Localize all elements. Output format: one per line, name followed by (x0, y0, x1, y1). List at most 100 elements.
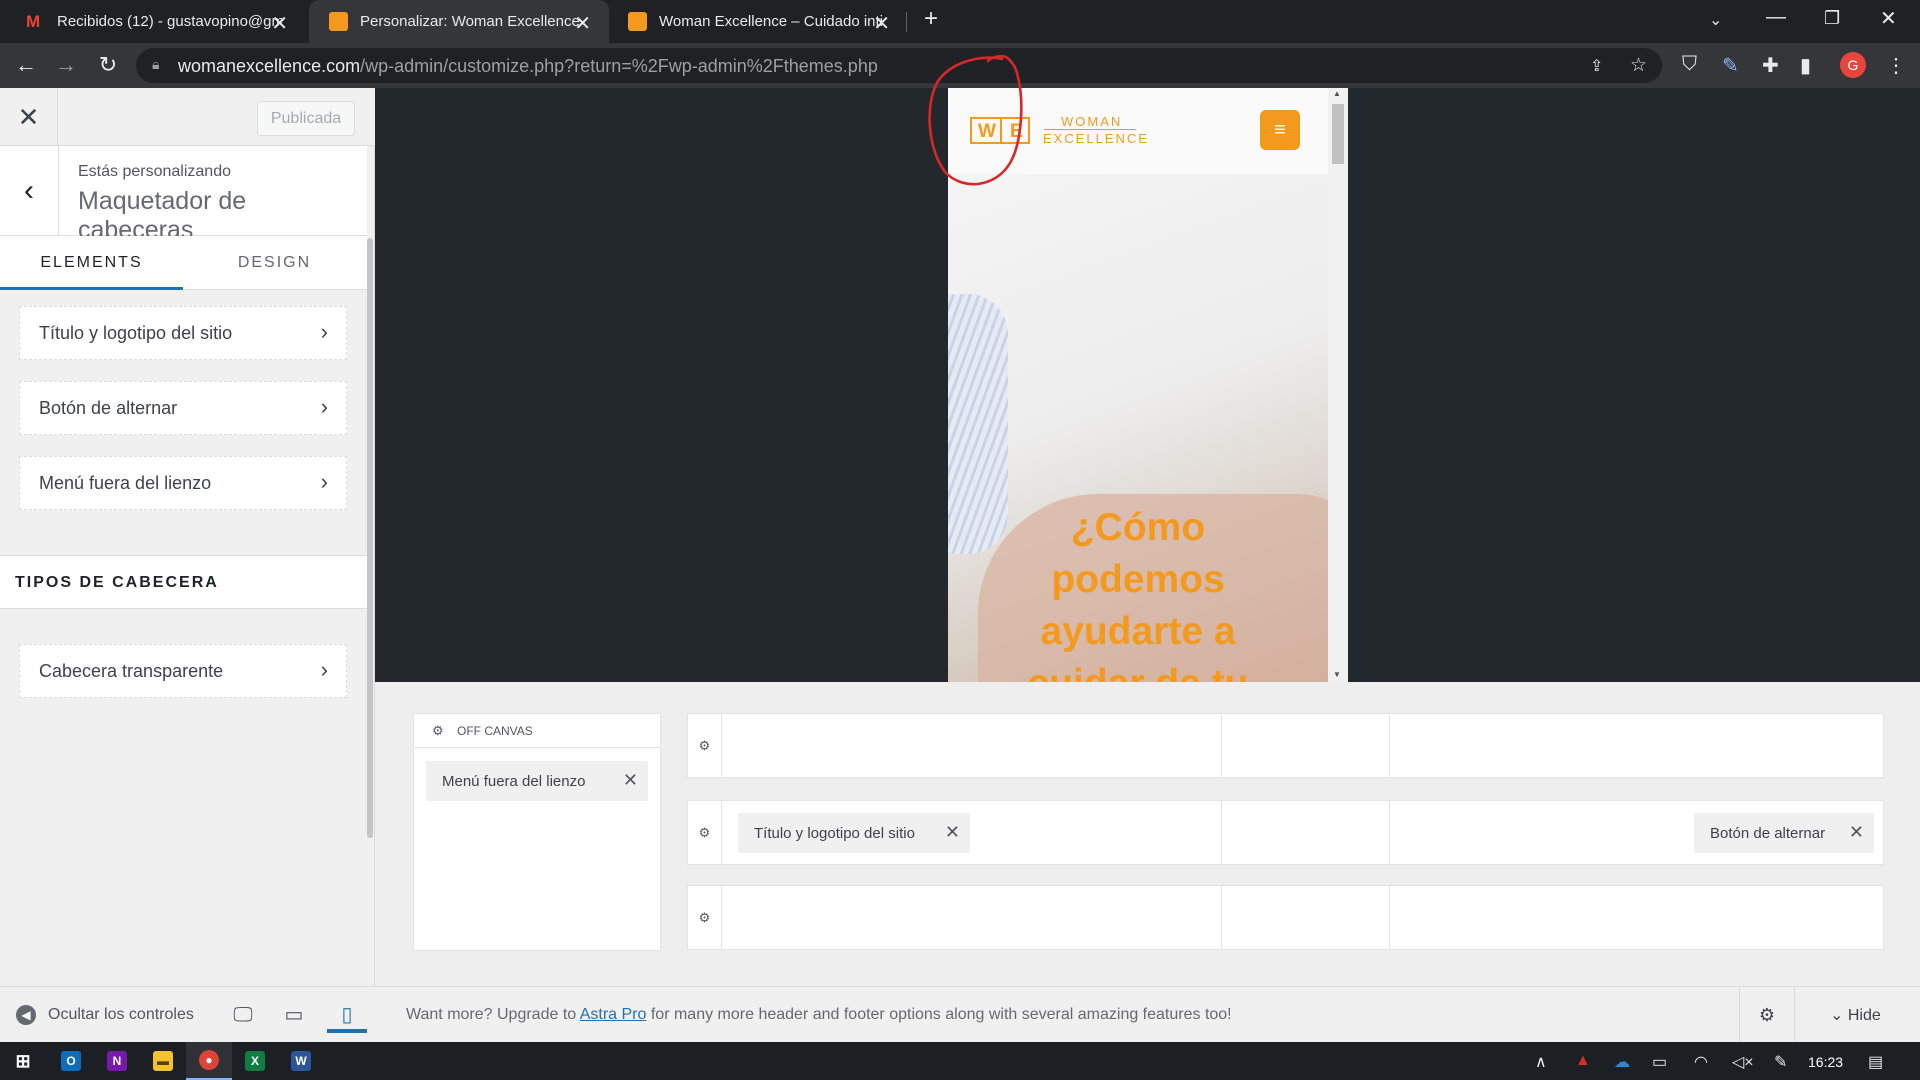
excel-icon[interactable]: X (232, 1042, 278, 1080)
side-panel-icon[interactable]: ▮ (1800, 53, 1811, 78)
chevron-right-icon: › (320, 394, 328, 419)
tab-title: Recibidos (12) - gustavopino@gm (57, 13, 282, 30)
notifications-icon[interactable]: ▤ (1868, 1052, 1883, 1072)
tab-elements[interactable]: ELEMENTS (0, 236, 183, 290)
file-explorer-icon[interactable]: ▬ (140, 1042, 186, 1080)
windows-taskbar: ⊞ O N ▬ ● X W ∧ ▲ ☁ ▭ ◠ ◁× ✎ 16:23 ▤ (0, 1042, 1920, 1080)
hero-line: cuidar de tu (948, 658, 1328, 682)
scroll-down-icon[interactable]: ▼ (1333, 670, 1341, 679)
extension-pen-icon[interactable]: ✎ (1722, 53, 1739, 78)
remove-chip-icon[interactable]: ✕ (1849, 822, 1864, 843)
close-tab-icon[interactable]: ✕ (574, 11, 591, 36)
remove-chip-icon[interactable]: ✕ (623, 770, 638, 791)
extensions-puzzle-icon[interactable]: ✚ (1762, 53, 1779, 78)
element-toggle-button[interactable]: Botón de alternar › (19, 381, 347, 435)
chip-label: Título y logotipo del sitio (754, 825, 915, 842)
hide-controls-button[interactable]: ◀ Ocultar los controles (16, 1005, 194, 1025)
extension-shield-icon[interactable]: ⛉ (1682, 53, 1697, 76)
new-tab-icon[interactable]: + (924, 5, 938, 33)
tab-search-icon[interactable]: ⌄ (1709, 10, 1722, 30)
off-canvas-header: ⚙ OFF CANVAS (414, 714, 662, 748)
element-off-canvas-menu[interactable]: Menú fuera del lienzo › (19, 456, 347, 510)
gear-icon[interactable]: ⚙ (432, 723, 444, 739)
profile-avatar[interactable]: G (1840, 52, 1866, 78)
lock-icon: 🔒︎ (152, 56, 160, 72)
minimize-icon[interactable]: — (1766, 6, 1786, 29)
back-chevron-icon[interactable]: ‹ (0, 146, 59, 236)
publish-button[interactable]: Publicada (257, 101, 355, 136)
logo-word-woman: WOMAN (1061, 114, 1123, 129)
share-icon[interactable]: ⇪ (1590, 56, 1603, 76)
tab-title: Woman Excellence – Cuidado inti (659, 13, 884, 30)
url-path: /wp-admin/customize.php?return=%2Fwp-adm… (360, 56, 878, 76)
tab-title: Personalizar: Woman Excellence – (360, 13, 585, 30)
word-icon[interactable]: W (278, 1042, 324, 1080)
tab-site[interactable]: Woman Excellence – Cuidado inti ✕ (608, 0, 908, 43)
onenote-icon[interactable]: N (94, 1042, 140, 1080)
desktop-preview-icon[interactable]: 🖵︎ (223, 997, 263, 1033)
customizer-sidebar: ✕ Publicada ‹ Estás personalizando Maque… (0, 88, 375, 986)
customizer-footer: ◀ Ocultar los controles 🖵︎ ▭ ▯ (0, 986, 375, 1042)
element-site-title-logo[interactable]: Título y logotipo del sitio › (19, 306, 347, 360)
element-transparent-header[interactable]: Cabecera transparente › (19, 644, 347, 698)
scroll-thumb[interactable] (1332, 104, 1344, 164)
close-tab-icon[interactable]: ✕ (873, 11, 890, 36)
taskbar-clock[interactable]: 16:23 (1808, 1054, 1843, 1070)
close-customizer-icon[interactable]: ✕ (0, 88, 58, 146)
tray-overflow-icon[interactable]: ∧ (1535, 1052, 1547, 1072)
chip-toggle-button[interactable]: Botón de alternar ✕ (1694, 813, 1874, 853)
reload-icon[interactable]: ↻ (94, 52, 122, 78)
bookmark-star-icon[interactable]: ☆ (1630, 54, 1647, 77)
hero-section: ¿Cómo podemos ayudarte a cuidar de tu (948, 174, 1328, 682)
element-label: Menú fuera del lienzo (39, 473, 212, 493)
hero-line: podemos (1051, 558, 1225, 601)
onedrive-icon[interactable]: ☁ (1614, 1052, 1630, 1072)
outlook-icon[interactable]: O (48, 1042, 94, 1080)
remove-chip-icon[interactable]: ✕ (945, 822, 960, 843)
gear-icon[interactable]: ⚙ (688, 714, 722, 777)
browser-menu-icon[interactable]: ⋮ (1886, 53, 1906, 78)
url-host: womanexcellence.com (178, 56, 361, 76)
battery-icon[interactable]: ▭ (1652, 1052, 1667, 1072)
sidebar-scrollbar[interactable] (367, 238, 373, 838)
site-favicon-icon (628, 12, 647, 31)
wifi-icon[interactable]: ◠ (1694, 1052, 1708, 1072)
builder-settings-gear-icon[interactable]: ⚙ (1739, 987, 1795, 1043)
upsell-notice: Want more? Upgrade to Astra Pro for many… (406, 1006, 1232, 1024)
gear-icon[interactable]: ⚙ (688, 801, 722, 864)
tablet-preview-icon[interactable]: ▭ (274, 997, 314, 1033)
address-bar[interactable]: 🔒︎ womanexcellence.com/wp-admin/customiz… (136, 48, 1662, 83)
hide-builder-button[interactable]: ⌄ Hide (1830, 1005, 1881, 1025)
tray-app-icon[interactable]: ▲ (1575, 1052, 1591, 1070)
logo-rule (1044, 129, 1136, 130)
window-close-icon[interactable]: ✕ (1880, 6, 1897, 31)
preview-scrollbar[interactable]: ▲ ▼ (1328, 88, 1348, 682)
gmail-icon: M (26, 12, 41, 31)
builder-row-above: ⚙ (687, 713, 1884, 778)
chevron-right-icon: › (320, 657, 328, 682)
scroll-up-icon[interactable]: ▲ (1333, 89, 1341, 98)
speaker-muted-icon[interactable]: ◁× (1732, 1052, 1754, 1072)
astra-pro-link[interactable]: Astra Pro (580, 1006, 647, 1023)
hero-line: ¿Cómo (1070, 506, 1206, 549)
chip-site-title-logo[interactable]: Título y logotipo del sitio ✕ (738, 813, 970, 853)
windows-start-icon[interactable]: ⊞ (0, 1042, 46, 1080)
tab-gmail[interactable]: M Recibidos (12) - gustavopino@gm ✕ (6, 0, 306, 43)
back-icon[interactable]: ← (12, 52, 40, 78)
pen-icon[interactable]: ✎ (1774, 1052, 1787, 1072)
chip-off-canvas-menu[interactable]: Menú fuera del lienzo ✕ (426, 761, 648, 801)
tab-design[interactable]: DESIGN (183, 236, 366, 290)
chrome-icon[interactable]: ● (186, 1042, 232, 1080)
forward-icon[interactable]: → (52, 52, 80, 78)
mobile-preview-icon[interactable]: ▯ (327, 997, 367, 1033)
gear-icon[interactable]: ⚙ (688, 886, 722, 949)
builder-bottom-bar: Want more? Upgrade to Astra Pro for many… (375, 986, 1920, 1043)
off-canvas-title: OFF CANVAS (457, 724, 533, 738)
hamburger-menu-icon[interactable]: ≡ (1260, 110, 1300, 150)
header-builder: ⚙ OFF CANVAS Menú fuera del lienzo ✕ ⚙ ⚙… (375, 682, 1920, 986)
close-tab-icon[interactable]: ✕ (271, 11, 288, 36)
restore-icon[interactable]: ❐ (1824, 8, 1840, 29)
tab-customizer[interactable]: Personalizar: Woman Excellence – ✕ (309, 0, 609, 43)
chevron-right-icon: › (320, 469, 328, 494)
group-title: TIPOS DE CABECERA (15, 574, 219, 591)
